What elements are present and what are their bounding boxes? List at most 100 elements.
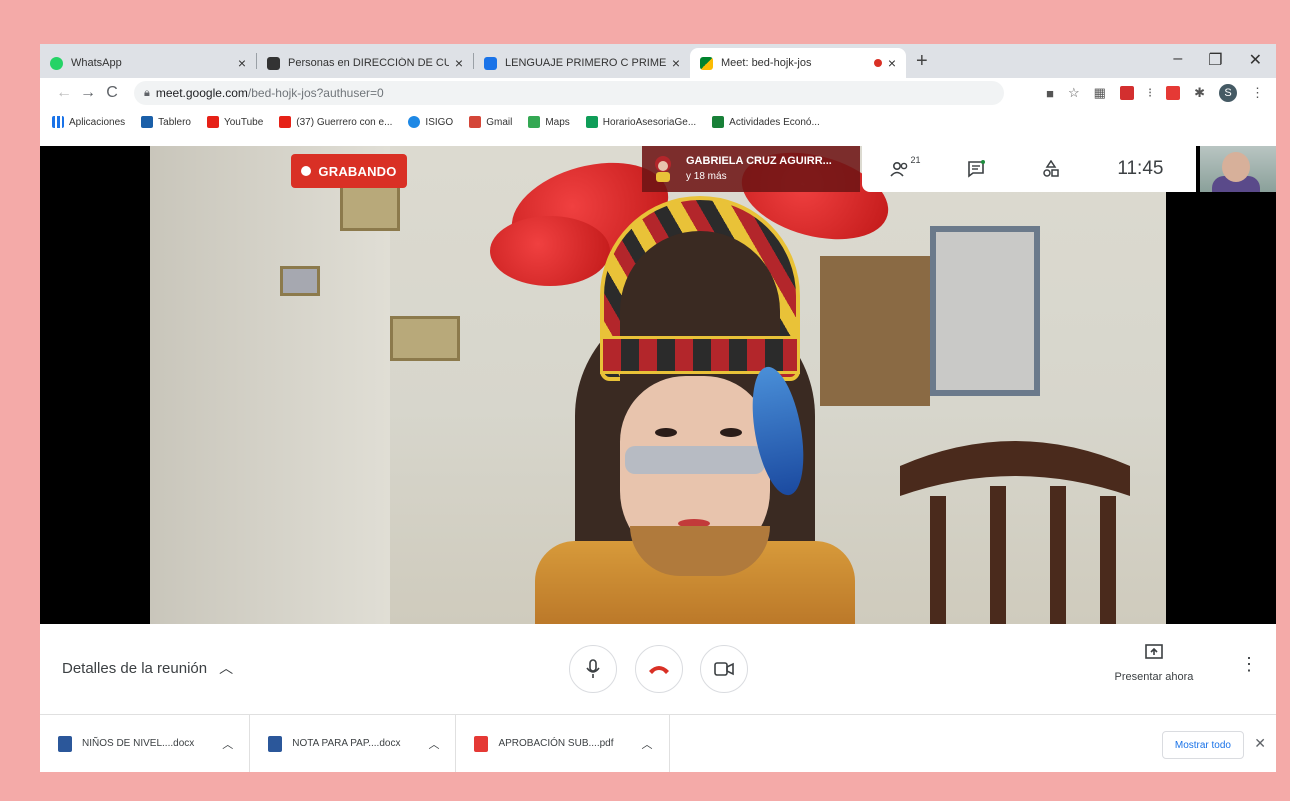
present-now-button[interactable]: Presentar ahora [1102,644,1206,683]
sheets-icon [712,116,725,128]
bookmark-label: Gmail [486,116,513,128]
video-photo-frame [930,226,1040,396]
restore-icon[interactable]: ❐ [1208,50,1222,70]
apps-grid-icon [52,116,64,128]
close-window-icon[interactable]: ✕ [1249,50,1262,70]
shield-extension-icon[interactable] [1119,86,1134,100]
presenter-avatar-icon [655,156,671,182]
video-wall-picture [390,316,460,361]
bookmark-youtube[interactable]: YouTube [206,116,264,128]
grid-extension-icon[interactable]: ▦ [1094,85,1106,101]
tab-whatsapp[interactable]: WhatsApp × [40,48,256,78]
word-doc-icon [58,735,72,752]
bookmarks-bar: Aplicaciones Tablero YouTube (37) Guerre… [40,108,1276,136]
tab-close-icon[interactable]: × [672,55,680,71]
download-filename: APROBACIÓN SUB....pdf [498,738,614,749]
close-downloads-icon[interactable]: ✕ [1254,735,1266,752]
chevron-up-icon: ︿ [219,660,234,676]
tab-label: LENGUAJE PRIMERO C PRIMERO [505,57,666,69]
video-wall-picture [280,266,320,296]
phone-hangup-icon [649,666,669,674]
bookmark-star-icon[interactable]: ☆ [1068,85,1080,101]
bookmark-aplicaciones[interactable]: Aplicaciones [52,116,125,128]
bookmark-label: Aplicaciones [69,116,126,128]
microphone-button[interactable] [569,645,617,693]
hang-up-button[interactable] [635,645,683,693]
camera-permission-icon[interactable]: ■ [1046,86,1054,101]
gift-extension-icon[interactable] [1166,86,1181,100]
forward-icon[interactable]: → [76,84,100,102]
youtube-icon [206,116,219,128]
bookmark-gmail[interactable]: Gmail [469,116,512,128]
tab-close-icon[interactable]: × [238,55,246,71]
presenter-text: GABRIELA CRUZ AGUIRR... y 18 más [686,155,832,182]
people-button[interactable]: 21 [890,155,920,177]
menu-kebab-icon[interactable]: ⋮ [1251,85,1264,101]
url-domain: meet.google.com [155,86,248,100]
presenter-name: GABRIELA CRUZ AGUIRR... [686,155,832,168]
tab-strip: WhatsApp × Personas en DIRECCIÓN DE CURS… [40,44,1276,78]
people-icon [890,161,908,177]
chevron-up-icon[interactable]: ︿ [222,736,233,752]
tab-close-icon[interactable]: × [888,55,896,71]
bookmark-horario[interactable]: HorarioAsesoriaGe... [585,116,696,128]
chevron-up-icon[interactable]: ︿ [642,736,653,752]
download-item[interactable]: APROBACIÓN SUB....pdf ︿ [456,715,670,772]
more-options-icon[interactable]: ⋮ [1240,654,1258,675]
participant-video [150,146,1166,624]
recording-label: GRABANDO [318,163,397,179]
back-icon[interactable]: ← [52,84,76,102]
presenter-chip[interactable]: GABRIELA CRUZ AGUIRR... y 18 más [642,146,860,192]
download-item[interactable]: NIÑOS DE NIVEL....docx ︿ [40,715,251,772]
meet-top-panel: 21 11:45 [862,146,1196,192]
dot-extension-icon[interactable]: ⁝ [1148,85,1152,101]
window-controls: – ❐ ✕ [1173,50,1262,70]
self-view-tile[interactable] [1200,146,1276,192]
chat-icon [968,160,986,178]
bookmark-tablero[interactable]: Tablero [141,116,191,128]
camera-button[interactable] [700,645,748,693]
puzzle-icon[interactable]: ✱ [1194,85,1205,101]
profile-avatar[interactable]: S [1219,84,1237,102]
bookmark-label: Tablero [158,116,191,128]
word-doc-icon [268,735,283,752]
bookmark-guerrero[interactable]: (37) Guerrero con e... [279,116,392,128]
tab-meet[interactable]: Meet: bed-hojk-jos × [690,48,906,78]
video-bookcase [820,256,930,406]
lock-icon[interactable]: 🔒︎ [144,87,150,100]
bookmark-label: ISIGO [425,116,454,128]
video-eye [655,428,677,437]
video-chair [900,441,1130,624]
chat-button[interactable] [967,160,986,178]
bookmark-isigo[interactable]: ISIGO [408,116,453,128]
meet-icon [700,56,713,70]
tab-lenguaje[interactable]: LENGUAJE PRIMERO C PRIMERO × [474,48,690,78]
show-all-downloads-button[interactable]: Mostrar todo [1161,731,1244,759]
bookmark-label: Maps [545,116,570,128]
meet-stage: GRABANDO GABRIELA CRUZ AGUIRR... y 18 má… [40,146,1276,624]
tab-personas[interactable]: Personas en DIRECCIÓN DE CURS × [257,48,473,78]
download-item[interactable]: NOTA PARA PAP....docx ︿ [250,715,457,772]
meeting-details-label: Detalles de la reunión [62,659,208,677]
video-camera-icon [714,662,734,676]
new-tab-button[interactable]: + [916,50,928,73]
recording-dot-icon [873,59,882,67]
tab-close-icon[interactable]: × [455,55,463,71]
sheets-icon [585,116,598,128]
bookmark-maps[interactable]: Maps [528,116,570,128]
meeting-details-button[interactable]: Detalles de la reunión ︿ [62,658,233,678]
tab-label: Meet: bed-hojk-jos [721,57,812,69]
reload-icon[interactable]: C [100,84,124,102]
pdf-icon [474,735,489,752]
meeting-clock: 11:45 [1117,158,1164,179]
gmail-icon [469,116,482,128]
chevron-up-icon[interactable]: ︿ [428,736,439,752]
bookmark-label: YouTube [223,116,264,128]
microphone-icon [586,659,600,678]
address-bar: ← → C 🔒︎ meet.google.com/bed-hojk-jos?au… [40,78,1276,108]
recording-badge: GRABANDO [291,154,407,188]
url-input[interactable]: 🔒︎ meet.google.com/bed-hojk-jos?authuser… [134,81,1004,105]
bookmark-actividades[interactable]: Actividades Econó... [712,116,820,128]
activities-button[interactable] [1042,160,1060,178]
minimize-icon[interactable]: – [1173,50,1182,70]
